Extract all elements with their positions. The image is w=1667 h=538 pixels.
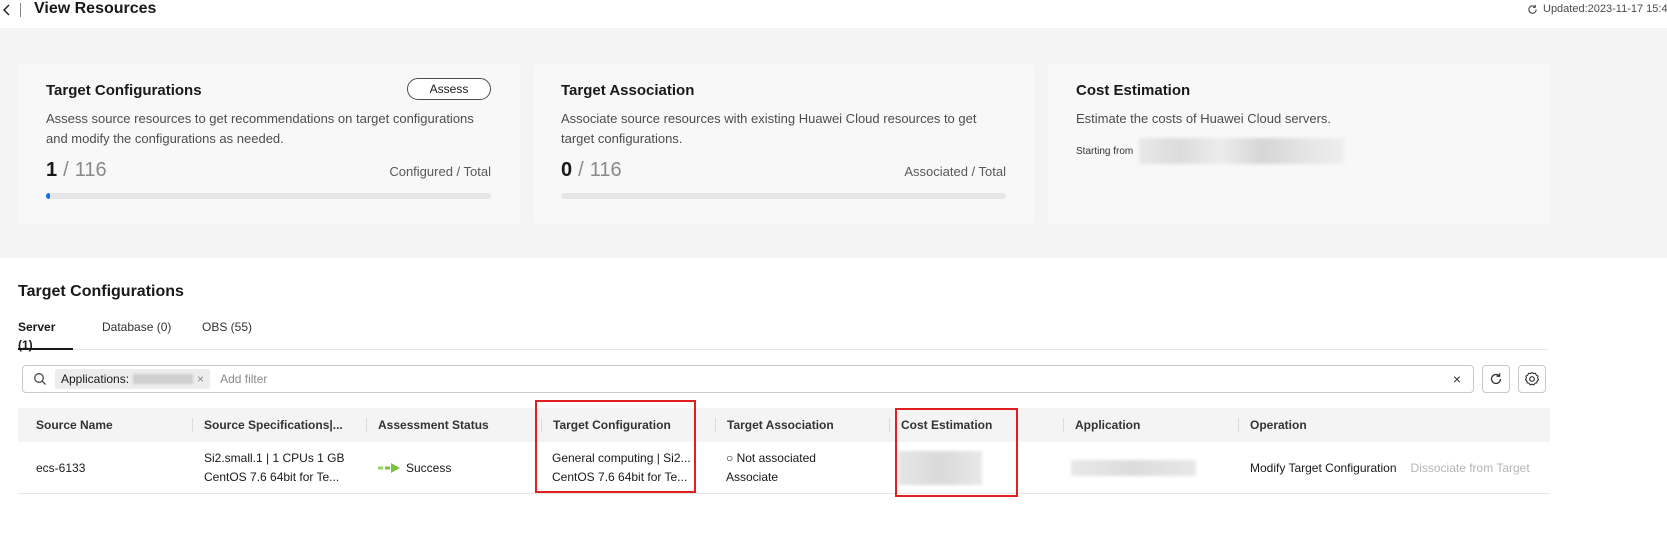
target-association-cell: ○ Not associated Associate xyxy=(726,442,816,494)
cost-estimation-card: Cost Estimation Estimate the costs of Hu… xyxy=(1048,64,1550,224)
filter-search-bar[interactable]: Applications: × × xyxy=(22,365,1474,393)
assessment-status-cell: Success xyxy=(378,442,451,494)
target-configurations-table: Source Name Source Specifications|... As… xyxy=(18,408,1550,494)
column-divider xyxy=(1238,418,1239,432)
configured-progress-bar xyxy=(46,193,491,199)
modify-target-configuration-link[interactable]: Modify Target Configuration xyxy=(1250,459,1397,478)
total-count: 116 xyxy=(74,159,107,181)
target-association-card: Target Association Associate source reso… xyxy=(533,64,1035,224)
target-configurations-section: Target Configurations Server (1) Databas… xyxy=(0,258,1667,538)
column-header-cost-estimation[interactable]: Cost Estimation xyxy=(901,408,992,442)
blurred-price xyxy=(1139,138,1345,164)
starting-from-row: Starting from xyxy=(1076,138,1522,164)
column-header-assessment-status[interactable]: Assessment Status xyxy=(378,408,489,442)
card-title: Target Association xyxy=(561,82,695,99)
count-label: Configured / Total xyxy=(389,164,491,179)
table-settings-button[interactable] xyxy=(1518,365,1546,393)
card-title: Cost Estimation xyxy=(1076,82,1191,99)
target-os-line: CentOS 7.6 64bit for Te... xyxy=(552,470,688,484)
target-configuration-cell: General computing | Si2... CentOS 7.6 64… xyxy=(552,442,691,494)
configured-count: 1 xyxy=(46,159,58,181)
count-separator: / xyxy=(63,159,69,181)
source-name: ecs-6133 xyxy=(36,460,86,475)
table-row: ecs-6133 Si2.small.1 | 1 CPUs 1 GB CentO… xyxy=(18,442,1550,494)
application-cell xyxy=(1071,442,1196,494)
count-label: Associated / Total xyxy=(904,164,1006,179)
refresh-button[interactable] xyxy=(1482,365,1510,393)
associated-progress-bar xyxy=(561,193,1006,199)
column-divider xyxy=(715,418,716,432)
tab-database[interactable]: Database (0) xyxy=(102,318,171,350)
refresh-icon xyxy=(1490,373,1502,385)
column-header-target-association[interactable]: Target Association xyxy=(727,408,834,442)
page-title: View Resources xyxy=(34,0,157,17)
source-spec-cell: Si2.small.1 | 1 CPUs 1 GB CentOS 7.6 64b… xyxy=(204,442,345,494)
associate-link[interactable]: Associate xyxy=(726,468,816,487)
header-divider xyxy=(20,3,21,17)
source-os-line: CentOS 7.6 64bit for Te... xyxy=(204,470,340,484)
updated-timestamp[interactable]: Updated:2023-11-17 15:48:2 xyxy=(1527,3,1667,15)
column-header-source-name[interactable]: Source Name xyxy=(36,408,113,442)
starting-from-label: Starting from xyxy=(1076,145,1134,157)
search-icon xyxy=(34,373,46,385)
target-spec-line: General computing | Si2... xyxy=(552,451,691,465)
overview-cards: Target Configurations Assess Assess sour… xyxy=(0,42,1667,242)
resource-tabs: Server (1) Database (0) OBS (55) xyxy=(18,318,1548,352)
page-header: View Resources Updated:2023-11-17 15:48:… xyxy=(0,0,1667,28)
section-title: Target Configurations xyxy=(18,283,184,300)
total-count: 116 xyxy=(589,159,622,181)
column-divider xyxy=(192,418,193,432)
add-filter-input[interactable] xyxy=(220,372,1453,386)
cost-estimation-cell xyxy=(898,442,982,494)
column-header-application[interactable]: Application xyxy=(1075,408,1140,442)
tab-server[interactable]: Server (1) xyxy=(18,318,73,352)
gear-icon xyxy=(1524,371,1540,386)
column-divider xyxy=(541,418,542,432)
back-chevron-icon[interactable] xyxy=(2,2,12,18)
refresh-icon[interactable] xyxy=(1527,4,1538,15)
association-status: ○ Not associated xyxy=(726,451,816,465)
column-divider xyxy=(366,418,367,432)
dissociate-from-target-link: Dissociate from Target xyxy=(1410,460,1530,475)
target-configurations-card: Target Configurations Assess Assess sour… xyxy=(18,64,520,224)
card-description: Associate source resources with existing… xyxy=(561,111,977,146)
success-arrow-icon xyxy=(378,463,400,473)
table-header: Source Name Source Specifications|... As… xyxy=(18,408,1550,442)
count-row: 0 / 116 Associated / Total xyxy=(561,159,1006,182)
tab-obs[interactable]: OBS (55) xyxy=(202,318,252,350)
column-divider xyxy=(889,418,890,432)
column-header-operation: Operation xyxy=(1250,418,1307,432)
column-divider xyxy=(1063,418,1064,432)
blurred-chip-value xyxy=(133,374,194,384)
blurred-application-value xyxy=(1071,460,1196,476)
card-description: Assess source resources to get recommend… xyxy=(46,111,474,146)
source-spec-line: Si2.small.1 | 1 CPUs 1 GB xyxy=(204,451,345,465)
column-header-source-specifications[interactable]: Source Specifications|... xyxy=(204,408,343,442)
count-separator: / xyxy=(578,159,584,181)
status-text: Success xyxy=(406,460,452,475)
associated-count: 0 xyxy=(561,159,573,181)
column-header-target-configuration[interactable]: Target Configuration xyxy=(553,408,671,442)
card-description: Estimate the costs of Huawei Cloud serve… xyxy=(1076,111,1332,126)
operation-cell: Modify Target Configuration Dissociate f… xyxy=(1250,442,1530,494)
assess-button[interactable]: Assess xyxy=(407,78,491,100)
filter-chip-applications[interactable]: Applications: × xyxy=(55,369,211,389)
blurred-cost-value xyxy=(898,451,982,485)
filter-chip-label: Applications: xyxy=(61,372,130,386)
chip-close-icon[interactable]: × xyxy=(197,372,204,386)
updated-text: Updated:2023-11-17 15:48:2 xyxy=(1543,3,1667,15)
source-name-cell: ecs-6133 xyxy=(36,442,85,494)
progress-fill xyxy=(46,193,50,199)
count-row: 1 / 116 Configured / Total xyxy=(46,159,491,182)
clear-filter-icon[interactable]: × xyxy=(1453,371,1461,387)
